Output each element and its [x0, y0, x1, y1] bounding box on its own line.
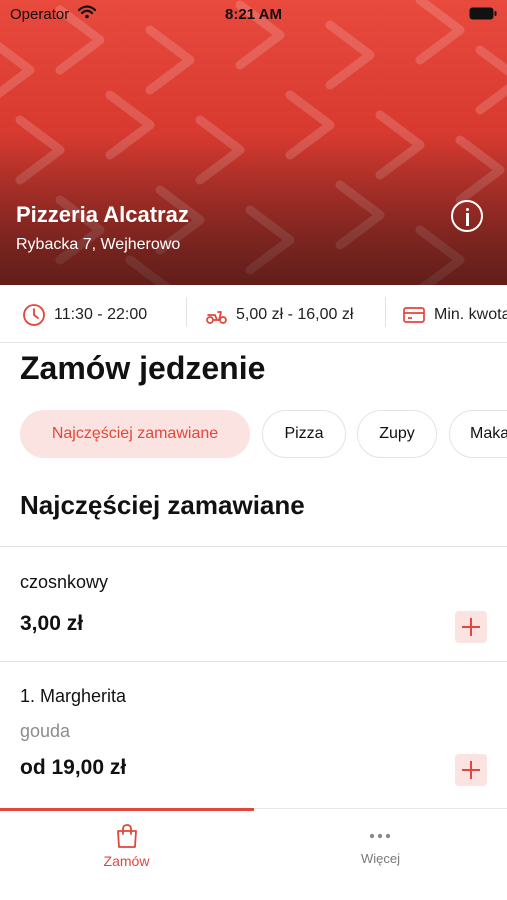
divider: [385, 297, 386, 327]
category-chip[interactable]: Najczęściej zamawiane: [20, 410, 250, 458]
add-item-button[interactable]: [455, 754, 487, 786]
restaurant-info-strip[interactable]: 11:30 - 22:00 5,00 zł - 16,00 zł Min. kw…: [0, 285, 507, 343]
restaurant-header: Operator 8:21 AM Pizzeria Alcatraz Rybac…: [0, 0, 507, 285]
opening-hours: 11:30 - 22:00: [22, 303, 147, 327]
delivery-cost-text: 5,00 zł - 16,00 zł: [236, 306, 354, 323]
item-price: 3,00 zł: [20, 612, 84, 635]
page-title: Zamów jedzenie: [20, 350, 266, 386]
item-price: od 19,00 zł: [20, 756, 127, 779]
divider: [186, 297, 187, 327]
divider: [0, 546, 507, 547]
shopping-bag-icon: [117, 824, 137, 848]
item-name: 1. Margherita: [20, 686, 127, 706]
tab-more-label: Więcej: [360, 851, 400, 866]
min-order: Min. kwota: [402, 303, 507, 327]
category-chip[interactable]: Pizza: [262, 410, 346, 458]
add-item-button[interactable]: [455, 611, 487, 643]
item-description: gouda: [20, 721, 71, 741]
delivery-cost: 5,00 zł - 16,00 zł: [204, 303, 353, 327]
restaurant-name: Pizzeria Alcatraz: [16, 202, 189, 227]
card-icon: [403, 307, 425, 323]
min-order-text: Min. kwota: [434, 306, 507, 323]
battery-icon: [469, 7, 497, 20]
category-tabs[interactable]: Najczęściej zamawiane Pizza Zupy Makaron…: [0, 410, 507, 460]
tab-orders-label: Zamów: [103, 853, 150, 869]
opening-hours-text: 11:30 - 22:00: [54, 306, 148, 323]
tab-orders[interactable]: Zamów: [0, 809, 253, 879]
more-icon: [369, 833, 391, 839]
divider: [0, 661, 507, 662]
category-chip[interactable]: Makarony: [449, 410, 507, 458]
status-bar: Operator 8:21 AM: [0, 0, 507, 28]
info-icon[interactable]: [451, 200, 483, 232]
tab-more[interactable]: Więcej: [254, 809, 507, 879]
section-title: Najczęściej zamawiane: [20, 490, 305, 520]
category-chip[interactable]: Zupy: [357, 410, 437, 458]
clock-icon: [23, 304, 45, 326]
scooter-icon: [206, 311, 227, 324]
clock-label: 8:21 AM: [225, 6, 282, 23]
item-name: czosnkowy: [20, 572, 109, 592]
tab-bar: Zamów Więcej: [0, 808, 507, 900]
restaurant-address: Rybacka 7, Wejherowo: [16, 236, 181, 253]
